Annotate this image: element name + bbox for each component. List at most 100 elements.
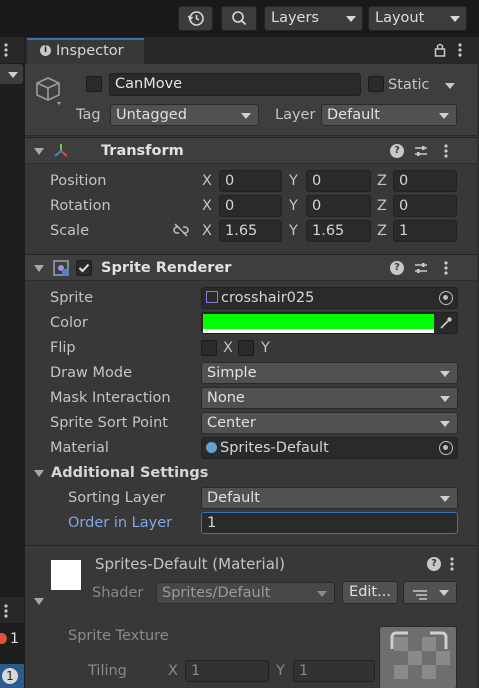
chevron-down-icon	[317, 591, 327, 597]
tiling-label: Tiling	[88, 663, 127, 679]
foldout-arrow-icon[interactable]	[34, 265, 44, 272]
color-field[interactable]	[201, 312, 458, 334]
chevron-down-icon	[439, 590, 449, 596]
material-foldout-icon[interactable]	[34, 598, 44, 605]
shader-options-dropdown[interactable]	[403, 581, 457, 604]
sprite-sort-point-value: Center	[207, 415, 256, 431]
sprite-field[interactable]: crosshair025	[201, 287, 458, 309]
axis-x-label[interactable]: X	[202, 221, 212, 241]
flip-x-checkbox[interactable]	[201, 340, 217, 356]
layer-label: Layer	[275, 107, 316, 123]
material-label: Material	[50, 440, 109, 456]
axis-z-label[interactable]: Z	[377, 221, 387, 241]
chevron-down-icon	[8, 72, 18, 78]
axis-x-label[interactable]: X	[202, 196, 212, 216]
history-button[interactable]	[178, 6, 213, 31]
gameobject-header: CanMove Static Tag Untagged Layer Defaul…	[25, 64, 479, 136]
axis-y-label[interactable]: Y	[289, 221, 298, 241]
more-menu-icon[interactable]	[4, 43, 8, 57]
preset-icon[interactable]	[414, 144, 428, 158]
help-icon[interactable]: ?	[427, 557, 441, 571]
position-y-field[interactable]: 0	[306, 170, 371, 192]
scale-z-field[interactable]: 1	[393, 220, 457, 242]
flip-y-checkbox[interactable]	[238, 340, 254, 356]
tab-inspector[interactable]: i Inspector	[27, 38, 144, 64]
object-picker-icon[interactable]	[439, 291, 453, 305]
gameobject-icon[interactable]	[33, 74, 63, 106]
more-menu-icon[interactable]	[444, 144, 448, 158]
more-menu-icon[interactable]	[450, 557, 454, 571]
axis-y-label[interactable]: Y	[289, 196, 298, 216]
sprite-value: crosshair025	[221, 290, 315, 306]
color-swatch[interactable]	[203, 314, 434, 329]
layers-dropdown[interactable]: Layers	[264, 6, 363, 31]
additional-settings-foldout-icon[interactable]	[34, 470, 44, 477]
edit-shader-button[interactable]: Edit...	[342, 581, 398, 604]
eyedropper-icon[interactable]	[439, 316, 453, 330]
scale-y-field[interactable]: 1.65	[306, 220, 371, 242]
layout-label: Layout	[375, 10, 425, 26]
rotation-y-field[interactable]: 0	[306, 195, 371, 217]
sprite-sort-point-dropdown[interactable]: Center	[201, 412, 458, 434]
more-menu-icon[interactable]	[444, 261, 448, 275]
selected-asset-thumb[interactable]: 1	[0, 664, 24, 688]
rotation-z-field[interactable]: 0	[393, 195, 457, 217]
draw-mode-dropdown[interactable]: Simple	[201, 362, 458, 384]
axis-z-label[interactable]: Z	[377, 196, 387, 216]
material-field[interactable]: Sprites-Default	[201, 437, 458, 459]
static-label: Static	[388, 77, 430, 93]
sprite-renderer-icon	[52, 259, 70, 277]
tiling-y-field[interactable]: 1	[293, 660, 375, 682]
static-checkbox[interactable]	[368, 76, 384, 92]
transform-header[interactable]: Transform ?	[25, 137, 479, 164]
tag-label: Tag	[76, 107, 101, 123]
rotation-x-field[interactable]: 0	[219, 195, 282, 217]
object-picker-icon[interactable]	[439, 441, 453, 455]
search-button[interactable]	[221, 6, 257, 31]
chevron-down-icon[interactable]	[445, 83, 455, 89]
enabled-checkbox[interactable]	[76, 260, 92, 276]
additional-settings-label[interactable]: Additional Settings	[51, 463, 208, 483]
axis-y-label[interactable]: Y	[289, 171, 298, 191]
help-icon[interactable]: ?	[390, 144, 404, 158]
history-icon	[187, 11, 204, 26]
scale-x-field[interactable]: 1.65	[219, 220, 282, 242]
layout-dropdown[interactable]: Layout	[368, 6, 467, 31]
object-name-field[interactable]: CanMove	[109, 73, 361, 96]
layer-dropdown[interactable]: Default	[321, 104, 457, 126]
active-checkbox[interactable]	[86, 76, 102, 92]
shader-dropdown[interactable]: Sprites/Default	[156, 582, 335, 604]
left-dropdown[interactable]	[0, 64, 23, 84]
axis-z-label[interactable]: Z	[377, 171, 387, 191]
chevron-down-icon	[440, 371, 450, 377]
help-icon[interactable]: ?	[390, 261, 404, 275]
tab-label: Inspector	[56, 43, 124, 59]
sprite-renderer-header[interactable]: Sprite Renderer ?	[25, 254, 479, 281]
mask-interaction-dropdown[interactable]: None	[201, 387, 458, 409]
position-z-field[interactable]: 0	[393, 170, 457, 192]
link-off-icon[interactable]	[173, 222, 189, 238]
draw-mode-value: Simple	[207, 365, 257, 381]
lock-icon[interactable]	[434, 43, 446, 57]
shader-label: Shader	[92, 585, 144, 601]
tag-dropdown[interactable]: Untagged	[110, 104, 259, 126]
flip-label: Flip	[50, 340, 76, 356]
more-menu-icon[interactable]	[458, 43, 462, 57]
left-panel-strip: 1 1	[0, 37, 25, 688]
texture-slot[interactable]	[379, 626, 457, 688]
foldout-arrow-icon[interactable]	[34, 148, 44, 155]
material-preview-swatch	[51, 560, 81, 590]
checker-texture-icon	[380, 627, 456, 688]
more-menu-icon[interactable]	[4, 604, 8, 618]
preset-icon[interactable]	[414, 261, 428, 275]
sorting-layer-dropdown[interactable]: Default	[201, 487, 458, 509]
sprite-sort-point-label: Sprite Sort Point	[50, 415, 168, 431]
axis-x-label[interactable]: X	[202, 171, 212, 191]
material-title: Sprites-Default (Material)	[95, 555, 285, 573]
flip-y-label: Y	[261, 340, 270, 356]
tiling-x-field[interactable]: 1	[185, 660, 269, 682]
layer-value: Default	[327, 107, 380, 123]
edit-label: Edit...	[349, 584, 391, 600]
order-in-layer-field[interactable]: 1	[201, 512, 458, 534]
position-x-field[interactable]: 0	[219, 170, 282, 192]
